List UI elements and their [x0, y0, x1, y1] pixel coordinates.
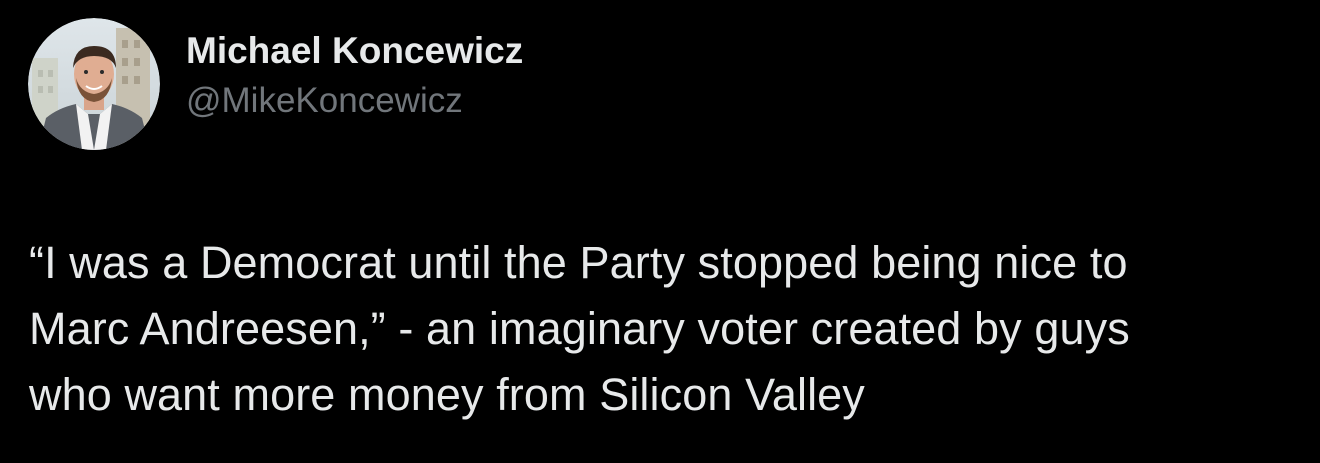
user-handle[interactable]: @MikeKoncewicz [186, 79, 523, 123]
avatar[interactable] [28, 18, 160, 150]
tweet-card: Michael Koncewicz @MikeKoncewicz “I was … [0, 0, 1320, 463]
author-names: Michael Koncewicz @MikeKoncewicz [186, 29, 523, 123]
tweet-header: Michael Koncewicz @MikeKoncewicz [28, 18, 523, 150]
tweet-text: “I was a Democrat until the Party stoppe… [29, 237, 1130, 420]
display-name[interactable]: Michael Koncewicz [186, 29, 523, 73]
